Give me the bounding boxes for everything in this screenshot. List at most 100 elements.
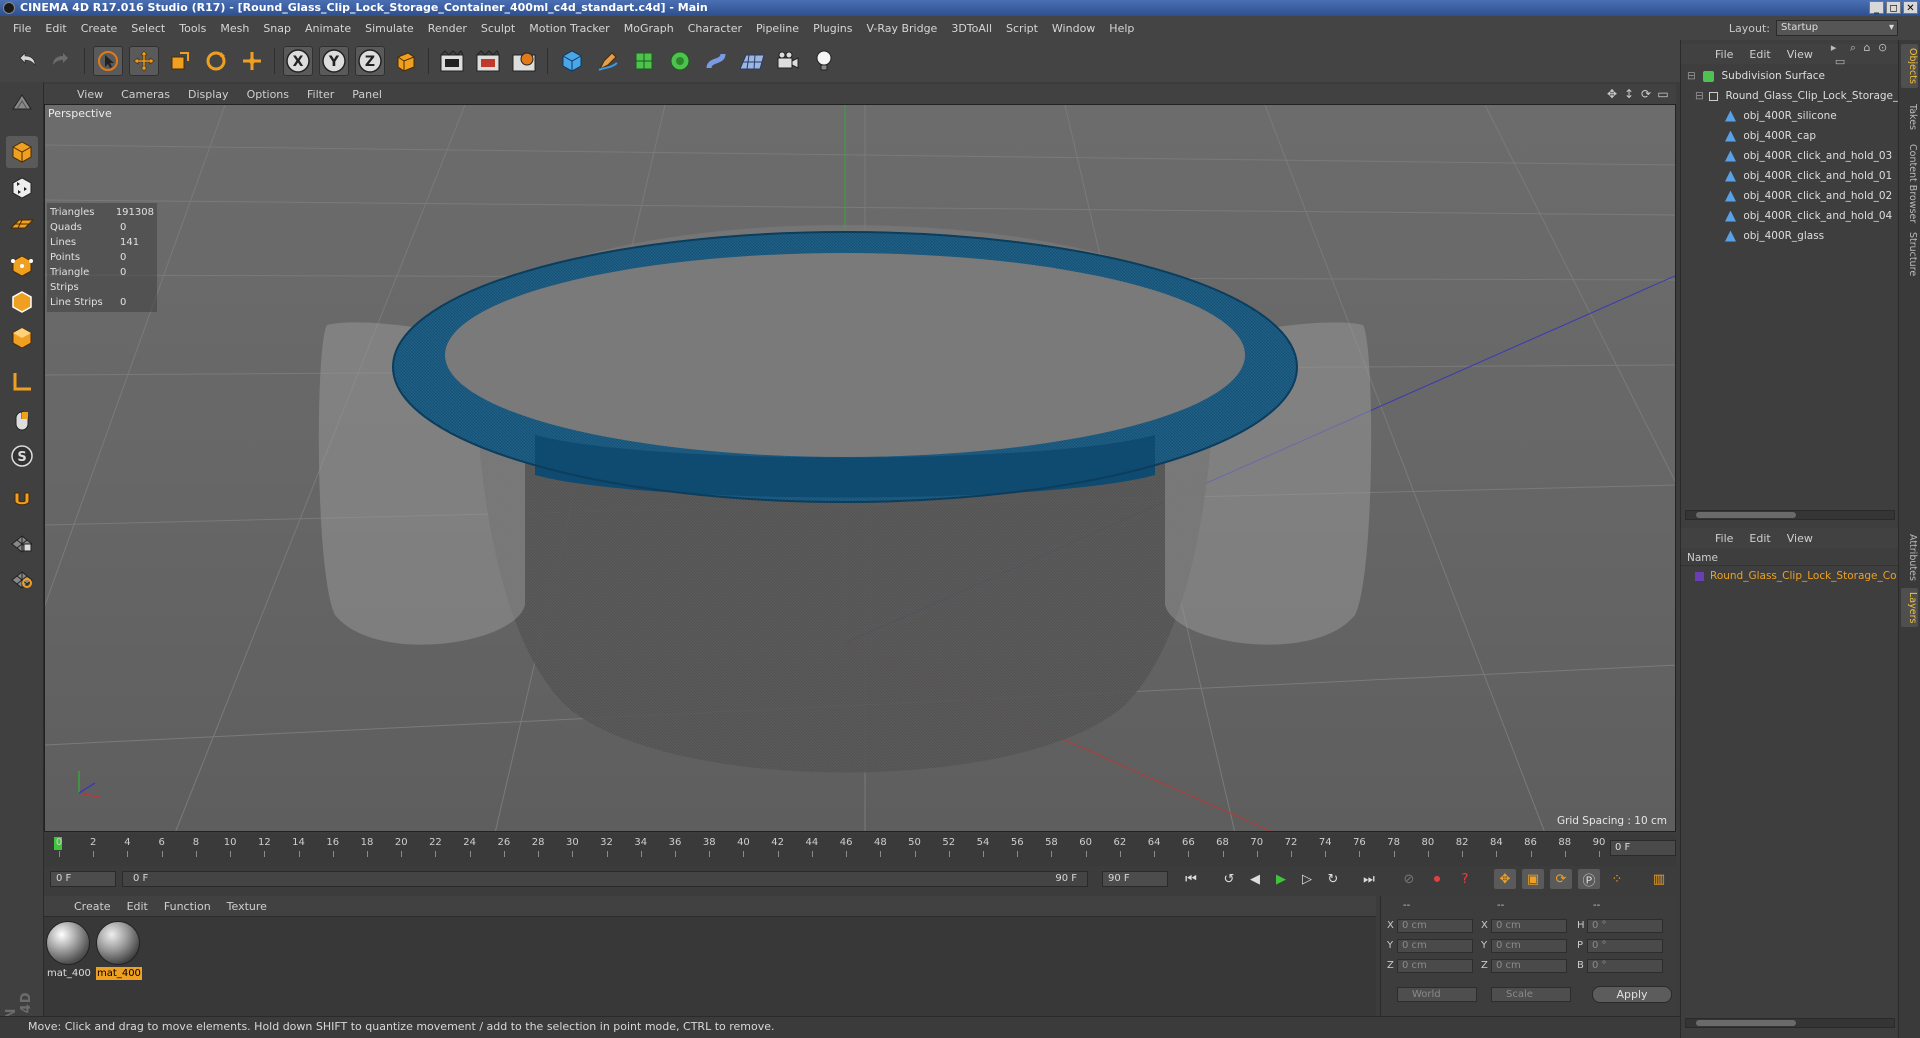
menu-vray-bridge[interactable]: V-Ray Bridge — [859, 22, 944, 35]
start-frame-field[interactable]: 0 F — [50, 871, 116, 887]
collapse-icon[interactable]: ⊟ — [1687, 70, 1696, 82]
object-manager-scrollbar[interactable] — [1685, 510, 1895, 520]
material-menu-edit[interactable]: Edit — [119, 900, 156, 913]
previous-frame-icon[interactable]: ◀ — [1244, 869, 1266, 889]
undo-icon[interactable] — [12, 46, 42, 76]
tree-row-object[interactable]: obj_400R_click_and_hold_04 — [1681, 206, 1899, 226]
position-key-icon[interactable]: ✥ — [1494, 869, 1516, 889]
scale-key-icon[interactable]: ▣ — [1522, 869, 1544, 889]
menu-snap[interactable]: Snap — [256, 22, 298, 35]
layout-select[interactable]: Startup — [1776, 20, 1898, 36]
go-to-end-icon[interactable]: ⏭ — [1358, 869, 1380, 889]
tab-objects[interactable]: Objects — [1901, 44, 1918, 88]
position-x-field[interactable]: 0 cm — [1397, 919, 1473, 933]
polygons-mode-icon[interactable] — [6, 322, 38, 354]
menu-pipeline[interactable]: Pipeline — [749, 22, 806, 35]
viewport-maximize-icon[interactable]: ▭ — [1656, 87, 1670, 101]
menu-script[interactable]: Script — [999, 22, 1045, 35]
array-icon[interactable] — [665, 46, 695, 76]
move-icon[interactable] — [129, 46, 159, 76]
scrollbar-thumb[interactable] — [1696, 1020, 1796, 1026]
axis-y-icon[interactable]: Y — [319, 46, 349, 76]
transform-icon[interactable] — [237, 46, 267, 76]
object-menu-edit[interactable]: Edit — [1741, 48, 1778, 61]
home-icon[interactable]: ⌂ — [1864, 41, 1871, 54]
render-picture-viewer-icon[interactable] — [473, 46, 503, 76]
end-frame-field[interactable]: 90 F — [1102, 871, 1168, 887]
texture-mode-icon[interactable] — [6, 172, 38, 204]
tree-row-object[interactable]: obj_400R_silicone — [1681, 106, 1899, 126]
menu-3dtoall[interactable]: 3DToAll — [944, 22, 999, 35]
menu-simulate[interactable]: Simulate — [358, 22, 421, 35]
redo-icon[interactable] — [46, 46, 76, 76]
cube-icon[interactable] — [557, 46, 587, 76]
tree-row-object[interactable]: obj_400R_glass — [1681, 226, 1899, 246]
tree-row-object[interactable]: obj_400R_click_and_hold_03 — [1681, 146, 1899, 166]
tree-row-object[interactable]: obj_400R_cap — [1681, 126, 1899, 146]
keyframe-selection-icon[interactable]: ? — [1454, 869, 1476, 889]
next-key-icon[interactable]: ↻ — [1322, 869, 1344, 889]
maximize-button[interactable]: ◻ — [1886, 1, 1901, 14]
object-menu-file[interactable]: File — [1707, 48, 1741, 61]
menu-tools[interactable]: Tools — [172, 22, 213, 35]
minimize-button[interactable]: _ — [1869, 1, 1884, 14]
viewport-menu-view[interactable]: View — [68, 88, 112, 101]
subdivision-icon[interactable] — [629, 46, 659, 76]
material-menu-create[interactable]: Create — [66, 900, 119, 913]
expand-arrow-icon[interactable]: ▸ — [1831, 41, 1837, 54]
rotation-b-field[interactable]: 0 ° — [1587, 959, 1663, 973]
tab-takes[interactable]: Takes — [1901, 100, 1918, 134]
menu-animate[interactable]: Animate — [298, 22, 358, 35]
material-menu-texture[interactable]: Texture — [219, 900, 275, 913]
object-menu-view[interactable]: View — [1779, 48, 1821, 61]
edges-mode-icon[interactable] — [6, 286, 38, 318]
coordinate-mode-select[interactable]: World — [1397, 987, 1477, 1002]
viewport-menu-panel[interactable]: Panel — [343, 88, 391, 101]
menu-help[interactable]: Help — [1102, 22, 1141, 35]
menu-file[interactable]: File — [6, 22, 38, 35]
size-x-field[interactable]: 0 cm — [1491, 919, 1567, 933]
timeline-ruler[interactable]: 0 2 4 6 8 10 12 14 16 18 20 22 24 26 28 30 32 34 36 38 40 42 4… — [44, 834, 1676, 866]
timeline-icon[interactable]: ▥ — [1648, 869, 1670, 889]
viewport-menu-cameras[interactable]: Cameras — [112, 88, 179, 101]
size-mode-select[interactable]: Scale — [1491, 987, 1571, 1002]
record-icon[interactable]: ⊘ — [1398, 869, 1420, 889]
tab-content-browser[interactable]: Content Browser — [1901, 140, 1918, 227]
layer-row[interactable]: Round_Glass_Clip_Lock_Storage_Co — [1681, 567, 1899, 585]
rotation-h-field[interactable]: 0 ° — [1587, 919, 1663, 933]
tab-attributes[interactable]: Attributes — [1901, 530, 1918, 585]
viewport-menu-filter[interactable]: Filter — [298, 88, 343, 101]
tree-row-object[interactable]: obj_400R_click_and_hold_02 — [1681, 186, 1899, 206]
go-to-start-icon[interactable]: ⏮ — [1180, 869, 1202, 889]
menu-motion-tracker[interactable]: Motion Tracker — [522, 22, 616, 35]
viewport-move-icon[interactable]: ✥ — [1605, 87, 1619, 101]
param-key-icon[interactable]: Ⓟ — [1578, 869, 1600, 889]
search-icon[interactable]: ⌕ — [1850, 41, 1856, 54]
scale-icon[interactable] — [165, 46, 195, 76]
world-coords-icon[interactable] — [391, 46, 421, 76]
make-editable-icon[interactable] — [6, 88, 38, 120]
material-swatch[interactable]: mat_400 — [46, 921, 92, 983]
layer-color-swatch[interactable] — [1695, 571, 1704, 581]
deformer-icon[interactable] — [701, 46, 731, 76]
layer-menu-edit[interactable]: Edit — [1741, 532, 1778, 545]
menu-window[interactable]: Window — [1045, 22, 1102, 35]
rotation-key-icon[interactable]: ⟳ — [1550, 869, 1572, 889]
layer-menu-view[interactable]: View — [1779, 532, 1821, 545]
layer-menu-file[interactable]: File — [1707, 532, 1741, 545]
menu-render[interactable]: Render — [421, 22, 474, 35]
menu-edit[interactable]: Edit — [38, 22, 73, 35]
apply-button[interactable]: Apply — [1592, 986, 1672, 1003]
snap-grid-icon[interactable] — [6, 526, 38, 558]
solo-icon[interactable]: S — [6, 440, 38, 472]
menu-character[interactable]: Character — [681, 22, 749, 35]
position-y-field[interactable]: 0 cm — [1397, 939, 1473, 953]
snap-settings-icon[interactable] — [6, 562, 38, 594]
position-z-field[interactable]: 0 cm — [1397, 959, 1473, 973]
viewport-zoom-icon[interactable]: ↕ — [1622, 87, 1636, 101]
axis-mode-icon[interactable] — [6, 366, 38, 398]
pla-key-icon[interactable]: ⁘ — [1606, 869, 1628, 889]
menu-mograph[interactable]: MoGraph — [617, 22, 681, 35]
axis-z-icon[interactable]: Z — [355, 46, 385, 76]
render-view-icon[interactable] — [437, 46, 467, 76]
